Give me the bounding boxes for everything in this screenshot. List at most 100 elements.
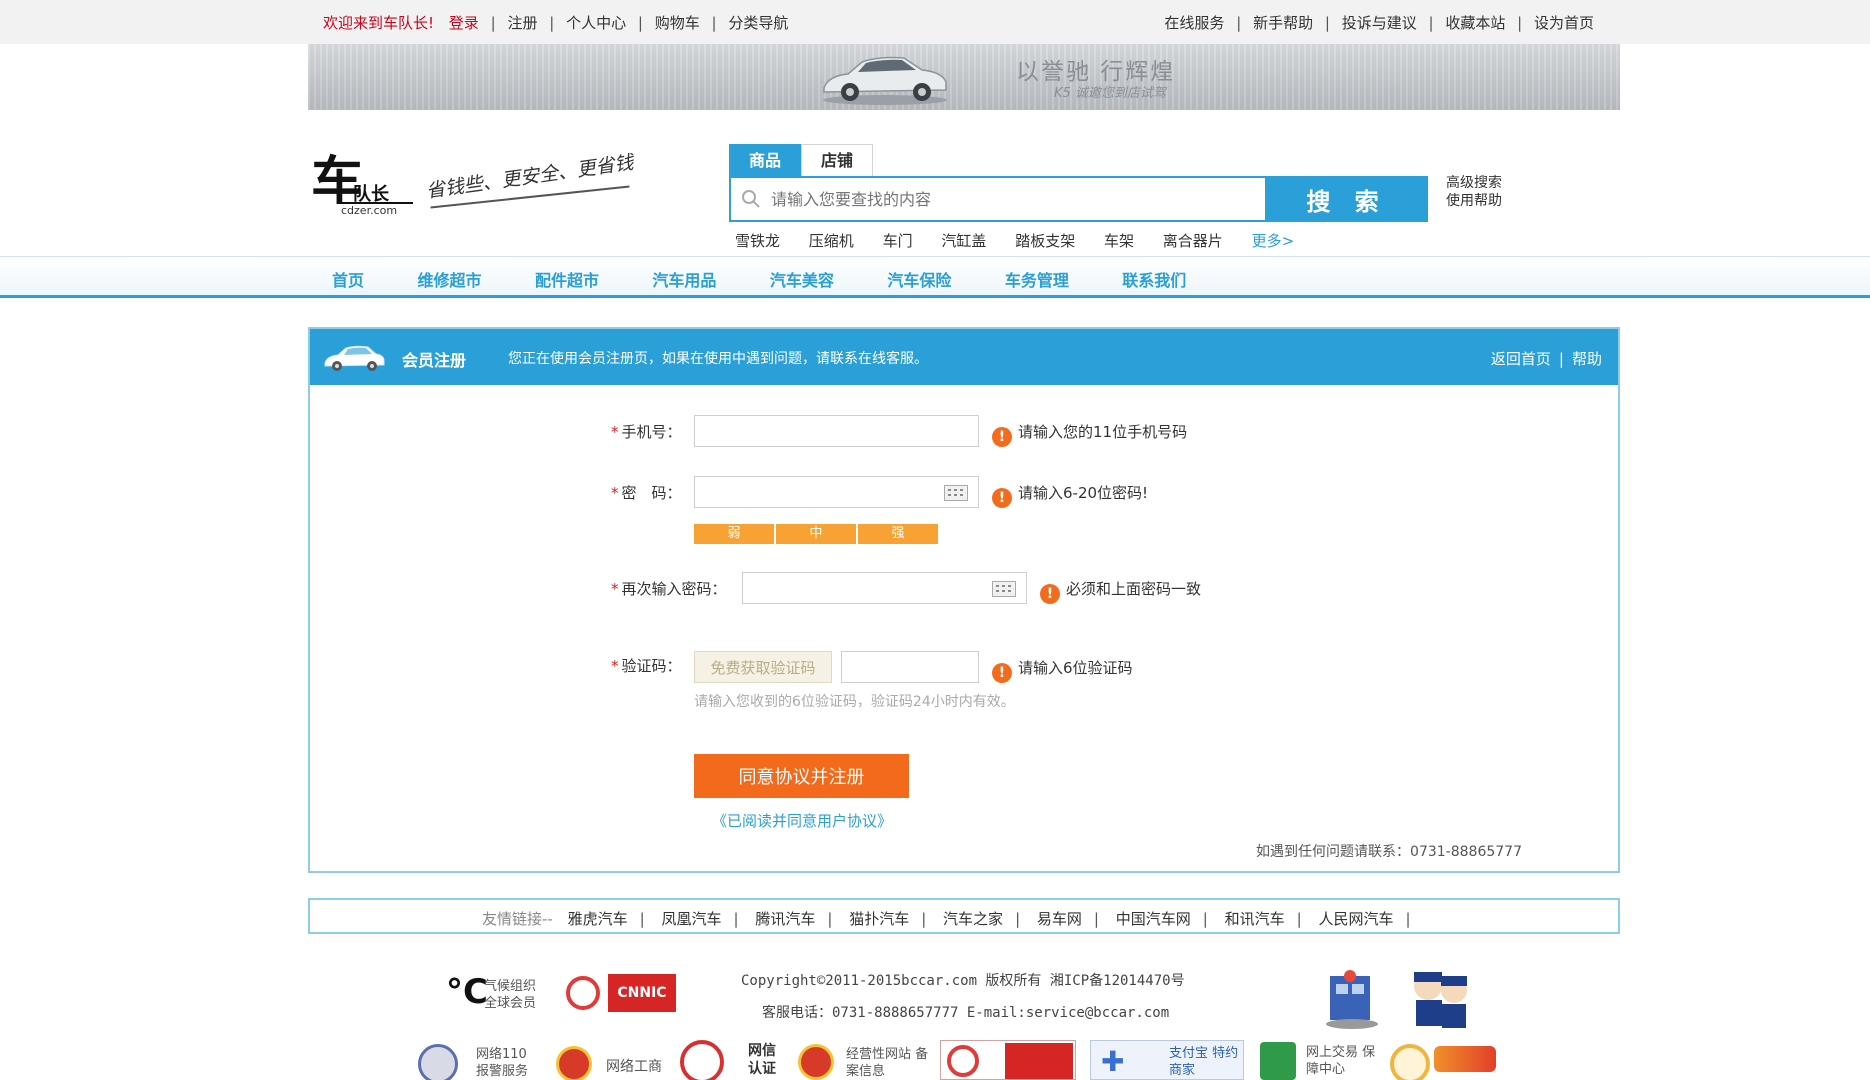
hot-keyword[interactable]: 离合器片 [1163, 232, 1223, 250]
car-icon [324, 345, 385, 371]
partner-seal-icon [1390, 1044, 1430, 1080]
partner-badge[interactable] [1390, 1040, 1506, 1080]
friend-link[interactable]: 雅虎汽车 [568, 910, 628, 928]
code-hint: ! 请输入6位验证码 [992, 657, 1133, 683]
bookmark-link[interactable]: 收藏本站 [1445, 14, 1505, 32]
get-code-button[interactable]: 免费获取验证码 [694, 651, 832, 683]
cnnic-badge[interactable]: CNNIC [566, 972, 676, 1014]
climate-badge[interactable]: °C 气候组织 全球会员 [446, 972, 550, 1016]
nav-contact[interactable]: 联系我们 [1122, 267, 1186, 291]
user-agreement-link[interactable]: 《已阅读并同意用户协议》 [712, 810, 892, 831]
keyboard-icon[interactable] [944, 485, 968, 501]
complaint-link[interactable]: 投诉与建议 [1342, 14, 1417, 32]
partner-logo-block [1434, 1046, 1496, 1072]
agree-register-button[interactable]: 同意协议并注册 [694, 754, 909, 798]
footer-tel: 客服电话：0731-8888657777 E-mail:service@bcca… [762, 1005, 1170, 1021]
welcome-text: 欢迎来到车队长! [323, 14, 435, 32]
phone-label: * 手机号： [611, 423, 682, 441]
friend-link[interactable]: 凤凰汽车 [661, 910, 721, 928]
login-link[interactable]: 登录 [449, 14, 479, 32]
password-input[interactable] [695, 477, 978, 507]
repeat-password-input[interactable] [743, 573, 1026, 603]
nav-home[interactable]: 首页 [332, 267, 364, 291]
set-homepage-link[interactable]: 设为首页 [1534, 14, 1594, 32]
online-service-link[interactable]: 在线服务 [1164, 14, 1224, 32]
newbie-help-link[interactable]: 新手帮助 [1253, 14, 1313, 32]
keyboard-icon[interactable] [992, 581, 1016, 597]
trade-badge[interactable]: 网上交易 保障中心 [1260, 1040, 1382, 1080]
ad-banner[interactable]: 以誉驰 行辉煌 K5 诚邀您到店试驾 [308, 44, 1620, 110]
panel-header-links: 返回首页 | 帮助 [1490, 350, 1602, 368]
nav-car-affairs[interactable]: 车务管理 [1005, 267, 1069, 291]
password-strength-bar: 弱 中 强 [694, 524, 938, 544]
site-logo[interactable]: 车 队长 cdzer.com [311, 154, 421, 218]
hot-keywords: 雪铁龙 压缩机 车门 汽缸盖 踏板支架 车架 离合器片 更多> [735, 230, 1318, 251]
advanced-search-link[interactable]: 高级搜索 [1446, 174, 1502, 192]
cnnic-credit-seal-icon [947, 1045, 979, 1077]
footer-copyright: Copyright©2011-2015bccar.com 版权所有 湘ICP备1… [741, 973, 1185, 989]
nav-car-insurance[interactable]: 汽车保险 [887, 267, 951, 291]
trade-shield-icon [1260, 1042, 1296, 1080]
phone-input[interactable] [695, 416, 978, 446]
search-button[interactable]: 搜 索 [1265, 176, 1428, 222]
code-tip: 请输入您收到的6位验证码，验证码24小时内有效。 [694, 694, 1015, 710]
gongshang-label: 网络工商 [606, 1059, 662, 1075]
contact-phone: 如遇到任何问题请联系：0731-88865777 [1256, 844, 1522, 860]
friend-link[interactable]: 汽车之家 [943, 910, 1003, 928]
cnnic-badge-label: CNNIC [608, 974, 676, 1012]
hot-keyword[interactable]: 压缩机 [809, 232, 854, 250]
search-help-link[interactable]: 使用帮助 [1446, 192, 1502, 210]
friend-link[interactable]: 人民网汽车 [1318, 910, 1393, 928]
phone-hint: ! 请输入您的11位手机号码 [992, 421, 1187, 447]
user-center-link[interactable]: 个人中心 [566, 14, 626, 32]
code-field [841, 651, 979, 683]
cart-link[interactable]: 购物车 [655, 14, 700, 32]
warning-icon: ! [992, 663, 1012, 683]
nav-parts-market[interactable]: 配件超市 [535, 267, 599, 291]
cnnic-credit-block [1005, 1043, 1073, 1079]
police-110-label: 网络110 报警服务 [476, 1047, 529, 1079]
alipay-badge[interactable]: ✚ 支付宝 特约商家 [1090, 1040, 1244, 1080]
password-field [694, 476, 979, 508]
friend-link[interactable]: 和讯汽车 [1225, 910, 1285, 928]
gongshang-badge[interactable]: 网络工商 [556, 1044, 674, 1080]
register-link[interactable]: 注册 [507, 14, 537, 32]
main-nav: 首页 维修超市 配件超市 汽车用品 汽车美容 汽车保险 车务管理 联系我们 [0, 256, 1870, 298]
tab-products[interactable]: 商品 [729, 144, 802, 176]
top-bar-right: 在线服务 | 新手帮助 | 投诉与建议 | 收藏本站 | 设为首页 [1164, 14, 1594, 32]
search-box: 搜 索 [729, 176, 1428, 222]
search-input[interactable] [771, 185, 1291, 213]
nav-car-supplies[interactable]: 汽车用品 [652, 267, 716, 291]
cnnic-credit-badge[interactable] [940, 1040, 1076, 1080]
hot-keyword[interactable]: 车门 [883, 232, 913, 250]
password-label: * 密 码： [611, 484, 682, 502]
help-link[interactable]: 帮助 [1572, 350, 1602, 368]
top-bar-left: 欢迎来到车队长! 登录 | 注册 | 个人中心 | 购物车 | 分类导航 [323, 14, 789, 32]
friend-link[interactable]: 易车网 [1037, 910, 1082, 928]
code-input[interactable] [842, 652, 978, 682]
phone-field [694, 415, 979, 447]
hot-keyword[interactable]: 车架 [1104, 232, 1134, 250]
repeat-password-field [742, 572, 1027, 604]
nav-car-beauty[interactable]: 汽车美容 [770, 267, 834, 291]
back-home-link[interactable]: 返回首页 [1491, 350, 1551, 368]
more-keywords-link[interactable]: 更多> [1252, 232, 1295, 250]
car-image [823, 56, 947, 105]
hot-keyword[interactable]: 雪铁龙 [735, 232, 780, 250]
friend-link[interactable]: 猫扑汽车 [849, 910, 909, 928]
credit-badge[interactable]: 网信 认证 [680, 1038, 790, 1080]
tab-shops[interactable]: 店铺 [801, 144, 874, 176]
police-110-badge[interactable]: 网络110 报警服务 [418, 1042, 540, 1080]
friend-link[interactable]: 腾讯汽车 [755, 910, 815, 928]
nav-repair-market[interactable]: 维修超市 [417, 267, 481, 291]
code-label: * 验证码： [611, 657, 682, 675]
category-nav-link[interactable]: 分类导航 [728, 14, 788, 32]
warning-icon: ! [992, 427, 1012, 447]
register-panel: 会员注册 您正在使用会员注册页，如果在使用中遇到问题，请联系在线客服。 返回首页… [308, 327, 1620, 873]
password-hint: ! 请输入6-20位密码! [992, 482, 1148, 508]
business-badge[interactable]: 经营性网站 备案信息 [798, 1042, 930, 1080]
credit-label: 网信 认证 [748, 1043, 776, 1077]
friend-link[interactable]: 中国汽车网 [1116, 910, 1191, 928]
hot-keyword[interactable]: 汽缸盖 [941, 232, 986, 250]
hot-keyword[interactable]: 踏板支架 [1015, 232, 1075, 250]
